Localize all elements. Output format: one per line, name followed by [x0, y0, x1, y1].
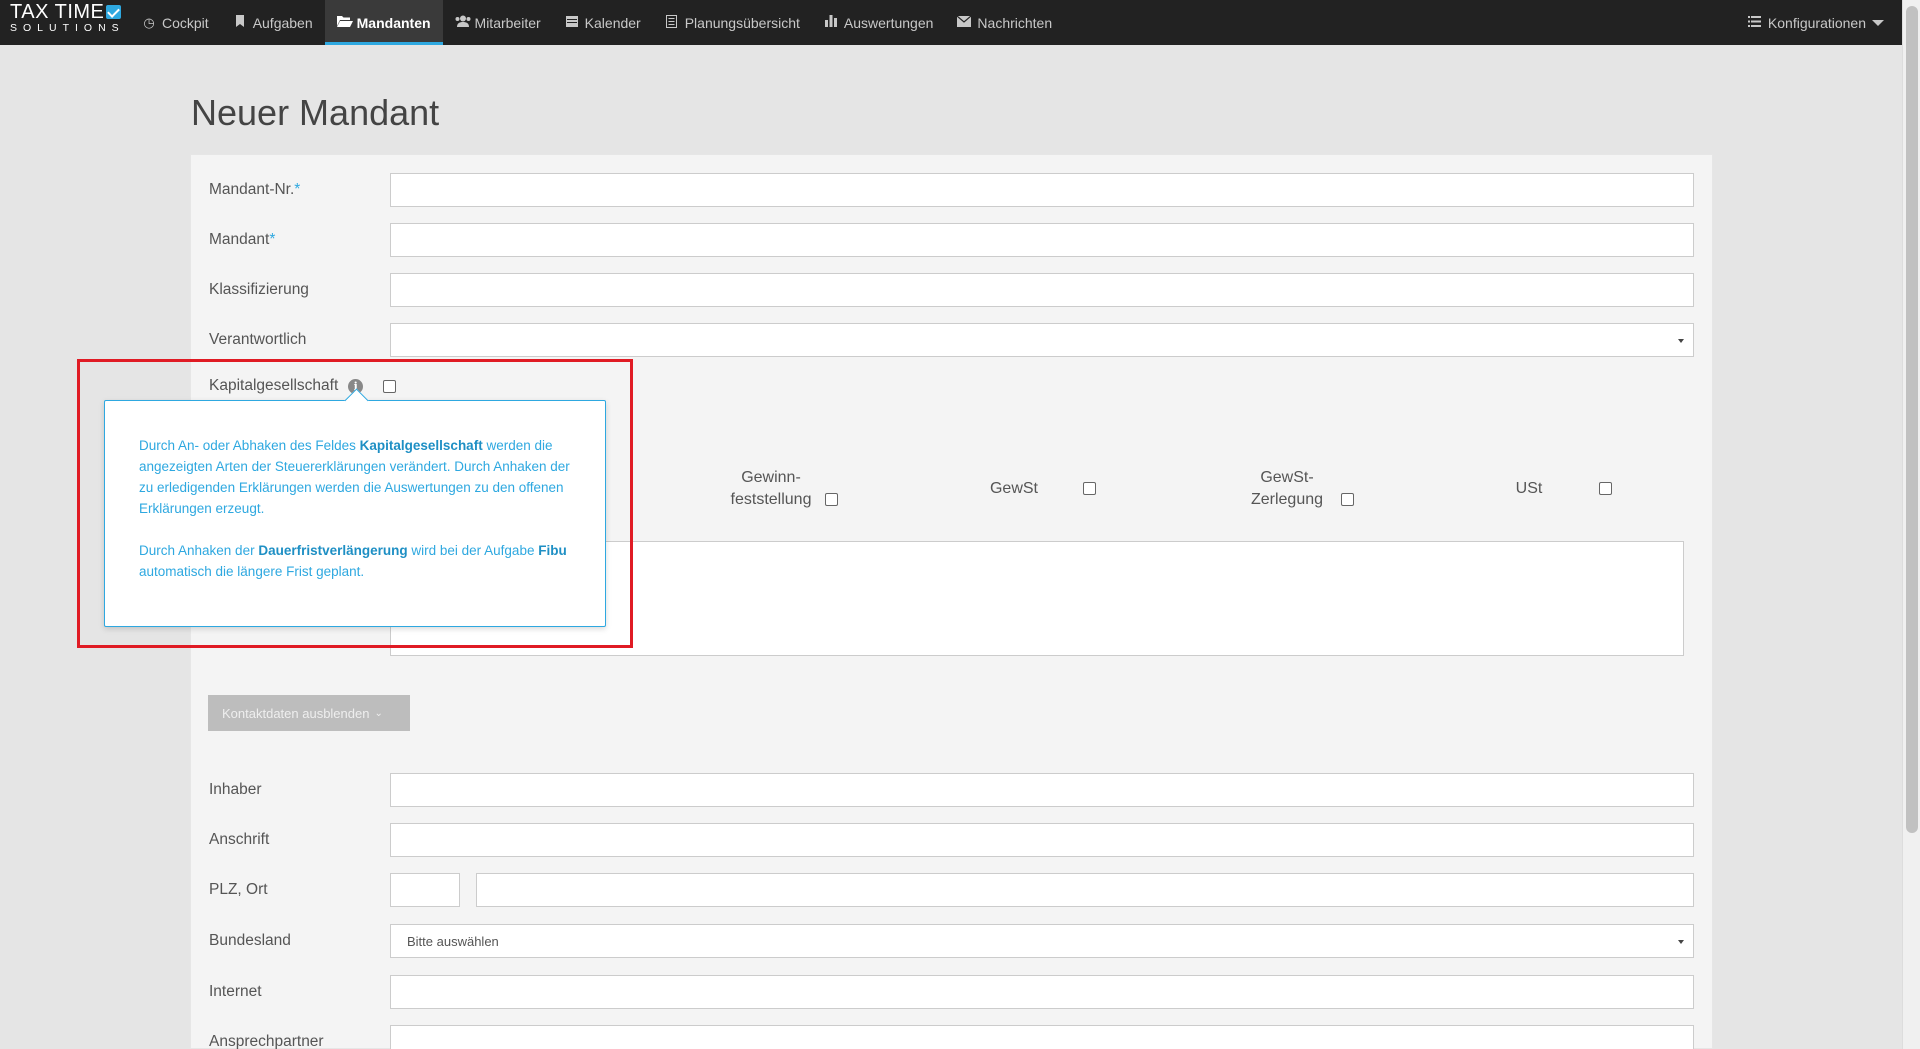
bundesland-select[interactable]: Bitte auswählen	[390, 924, 1694, 958]
nav-item-planungsuebersicht[interactable]: Planungsübersicht	[653, 0, 812, 45]
bookmark-icon	[233, 15, 247, 30]
select-caret-icon	[1678, 940, 1684, 944]
tax-type-ust: USt	[1504, 478, 1554, 500]
nav-item-label: Konfigurationen	[1767, 14, 1866, 31]
page-title: Neuer Mandant	[191, 92, 440, 133]
gewst-checkbox[interactable]	[1083, 482, 1096, 495]
required-marker: *	[269, 231, 276, 248]
internet-label: Internet	[209, 983, 262, 1000]
top-navbar: TAX TIME SOLUTIONS ◷ Cockpit Aufgaben Ma…	[0, 0, 1902, 45]
form-row-internet: Internet	[209, 975, 1694, 1009]
internet-input[interactable]	[390, 975, 1694, 1009]
logo-checkmark-icon	[106, 5, 122, 19]
form-row-anschrift: Anschrift	[209, 823, 1694, 857]
anschrift-input[interactable]	[390, 823, 1694, 857]
mandant-label: Mandant*	[209, 231, 276, 248]
nav-item-label: Kalender	[584, 14, 641, 31]
users-icon	[455, 15, 471, 30]
ansprechpartner-input[interactable]	[390, 1025, 1694, 1049]
nav-item-auswertungen[interactable]: Auswertungen	[812, 0, 946, 45]
ort-input[interactable]	[476, 873, 1694, 907]
tax-type-gewinnfeststellung: Gewinn- feststellung	[721, 467, 821, 511]
calendar-icon	[565, 15, 579, 30]
tax-type-label: Gewinn-	[741, 469, 801, 486]
toggle-contact-data-button[interactable]: Kontaktdaten ausblenden ⌄	[208, 695, 410, 731]
bar-chart-icon	[824, 15, 838, 30]
nav-item-mandanten[interactable]: Mandanten	[324, 0, 443, 45]
ansprechpartner-label: Ansprechpartner	[209, 1033, 324, 1049]
nav-item-cockpit[interactable]: ◷ Cockpit	[130, 0, 221, 45]
inhaber-label: Inhaber	[209, 781, 262, 798]
nav-item-nachrichten[interactable]: Nachrichten	[945, 0, 1064, 45]
list-document-icon	[665, 14, 679, 31]
form-row-plz-ort: PLZ, Ort	[209, 873, 1694, 907]
nav-item-label: Cockpit	[162, 14, 209, 31]
bundesland-value: Bitte auswählen	[407, 933, 499, 949]
tax-type-label: USt	[1515, 480, 1543, 497]
popover-paragraph-2: Durch Anhaken der Dauerfristverlängerung…	[139, 543, 567, 579]
form-row-mandant-nr: Mandant-Nr.*	[209, 173, 1694, 207]
verantwortlich-select[interactable]	[390, 323, 1694, 357]
tax-type-gewst: GewSt	[979, 478, 1049, 500]
folder-open-icon	[336, 15, 353, 30]
page-scrollbar[interactable]	[1902, 0, 1920, 1049]
tax-type-label: GewSt	[989, 480, 1038, 497]
clock-icon: ◷	[143, 14, 155, 30]
logo[interactable]: TAX TIME SOLUTIONS	[0, 0, 130, 45]
plz-input[interactable]	[390, 873, 460, 907]
klassifizierung-input[interactable]	[390, 273, 1694, 307]
form-row-ansprechpartner: Ansprechpartner	[209, 1025, 1694, 1049]
nav-item-kalender[interactable]: Kalender	[553, 0, 653, 45]
chevron-down-icon: ⌄	[374, 707, 383, 719]
mandant-nr-input[interactable]	[390, 173, 1694, 207]
info-popover: Durch An- oder Abhaken des Feldes Kapita…	[104, 400, 606, 627]
nav-item-label: Aufgaben	[252, 14, 313, 31]
anschrift-label: Anschrift	[209, 831, 270, 848]
nav-item-label: Mitarbeiter	[474, 14, 541, 31]
mandant-nr-label: Mandant-Nr.*	[209, 181, 301, 198]
ust-checkbox[interactable]	[1599, 482, 1612, 495]
form-row-mandant: Mandant*	[209, 223, 1694, 257]
caret-down-icon	[1872, 19, 1884, 26]
nav-item-label: Mandanten	[356, 14, 431, 31]
scrollbar-thumb[interactable]	[1906, 6, 1918, 833]
logo-text: TAX TIME	[10, 1, 105, 23]
inhaber-input[interactable]	[390, 773, 1694, 807]
required-marker: *	[294, 181, 301, 198]
nav-konfigurationen-dropdown[interactable]: Konfigurationen	[1736, 0, 1902, 45]
nav-item-label: Planungsübersicht	[684, 14, 800, 31]
tax-type-label: feststellung	[730, 491, 812, 508]
toggle-contact-data-label: Kontaktdaten ausblenden	[222, 705, 370, 721]
klassifizierung-label: Klassifizierung	[209, 281, 309, 298]
logo-subtext: SOLUTIONS	[10, 22, 125, 34]
popover-paragraph-1: Durch An- oder Abhaken des Feldes Kapita…	[139, 438, 570, 516]
form-row-bundesland: Bundesland Bitte auswählen	[209, 924, 1694, 958]
list-icon	[1748, 15, 1762, 30]
select-caret-icon	[1678, 339, 1684, 343]
verantwortlich-label: Verantwortlich	[209, 331, 307, 348]
tax-type-label: GewSt-	[1260, 469, 1314, 486]
nav-item-mitarbeiter[interactable]: Mitarbeiter	[443, 0, 553, 45]
form-row-inhaber: Inhaber	[209, 773, 1694, 807]
mandant-input[interactable]	[390, 223, 1694, 257]
nav-item-label: Auswertungen	[843, 14, 934, 31]
tax-type-label: Zerlegung	[1250, 491, 1324, 508]
plz-ort-label: PLZ, Ort	[209, 881, 268, 898]
nav-item-label: Nachrichten	[977, 14, 1053, 31]
gewst-zerlegung-checkbox[interactable]	[1341, 493, 1354, 506]
form-row-klassifizierung: Klassifizierung	[209, 273, 1694, 307]
form-row-verantwortlich: Verantwortlich	[209, 323, 1694, 357]
nav-item-aufgaben[interactable]: Aufgaben	[221, 0, 325, 45]
gewinnfeststellung-checkbox[interactable]	[825, 493, 838, 506]
envelope-icon	[957, 15, 972, 30]
tax-type-gewst-zerlegung: GewSt- Zerlegung	[1237, 467, 1337, 511]
bundesland-label: Bundesland	[209, 932, 291, 949]
